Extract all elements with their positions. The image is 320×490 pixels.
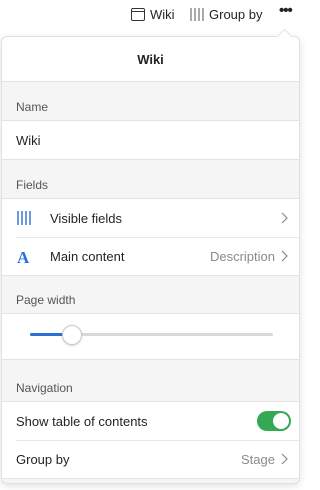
- text-format-icon: A: [16, 248, 50, 264]
- page-width-slider[interactable]: [30, 325, 273, 345]
- popover-header: Wiki: [2, 37, 299, 82]
- view-layout-button[interactable]: Wiki: [131, 6, 175, 22]
- group-by-row[interactable]: Group by Stage: [2, 440, 299, 478]
- show-toc-row: Show table of contents: [2, 402, 299, 440]
- more-options-button[interactable]: •••: [279, 1, 293, 19]
- fields-group: Visible fields A Main content Descriptio…: [2, 198, 299, 276]
- slider-thumb[interactable]: [62, 325, 83, 345]
- layout-settings-popover: Wiki Name Wiki Fields Visible fields A M…: [1, 36, 300, 484]
- show-toc-toggle[interactable]: [257, 411, 291, 431]
- fields-section-label: Fields: [16, 178, 49, 192]
- navigation-group: Show table of contents Group by Stage: [2, 401, 299, 479]
- window-icon: [131, 7, 145, 21]
- visible-fields-label: Visible fields: [50, 210, 123, 226]
- main-content-row[interactable]: A Main content Description: [2, 237, 299, 275]
- name-group: Wiki: [2, 120, 299, 160]
- group-by-row-label: Group by: [16, 451, 70, 467]
- columns-icon: [190, 7, 204, 21]
- view-toolbar: Wiki Group by •••: [0, 0, 300, 28]
- page-width-section-label: Page width: [16, 293, 76, 307]
- visible-fields-row[interactable]: Visible fields: [2, 199, 299, 237]
- main-content-value: Description: [209, 248, 275, 264]
- chevron-right-icon: [277, 250, 291, 262]
- group-by-value: Stage: [241, 451, 275, 467]
- chevron-right-icon: [277, 453, 291, 465]
- page-width-group: [2, 313, 299, 360]
- navigation-section-label: Navigation: [16, 381, 73, 395]
- chevron-right-icon: [277, 212, 291, 224]
- more-icon: •••: [279, 1, 293, 19]
- main-content-label: Main content: [50, 248, 125, 264]
- popover-title: Wiki: [137, 51, 164, 67]
- show-toc-label: Show table of contents: [16, 413, 148, 429]
- group-by-label: Group by: [209, 6, 263, 22]
- name-section-label: Name: [16, 100, 49, 114]
- toggle-knob: [273, 413, 289, 429]
- name-field[interactable]: Wiki: [2, 121, 299, 159]
- columns-icon: [16, 210, 50, 226]
- view-layout-label: Wiki: [150, 6, 175, 22]
- group-by-button[interactable]: Group by: [190, 6, 262, 22]
- svg-text:A: A: [17, 248, 30, 264]
- name-field-value: Wiki: [16, 132, 41, 148]
